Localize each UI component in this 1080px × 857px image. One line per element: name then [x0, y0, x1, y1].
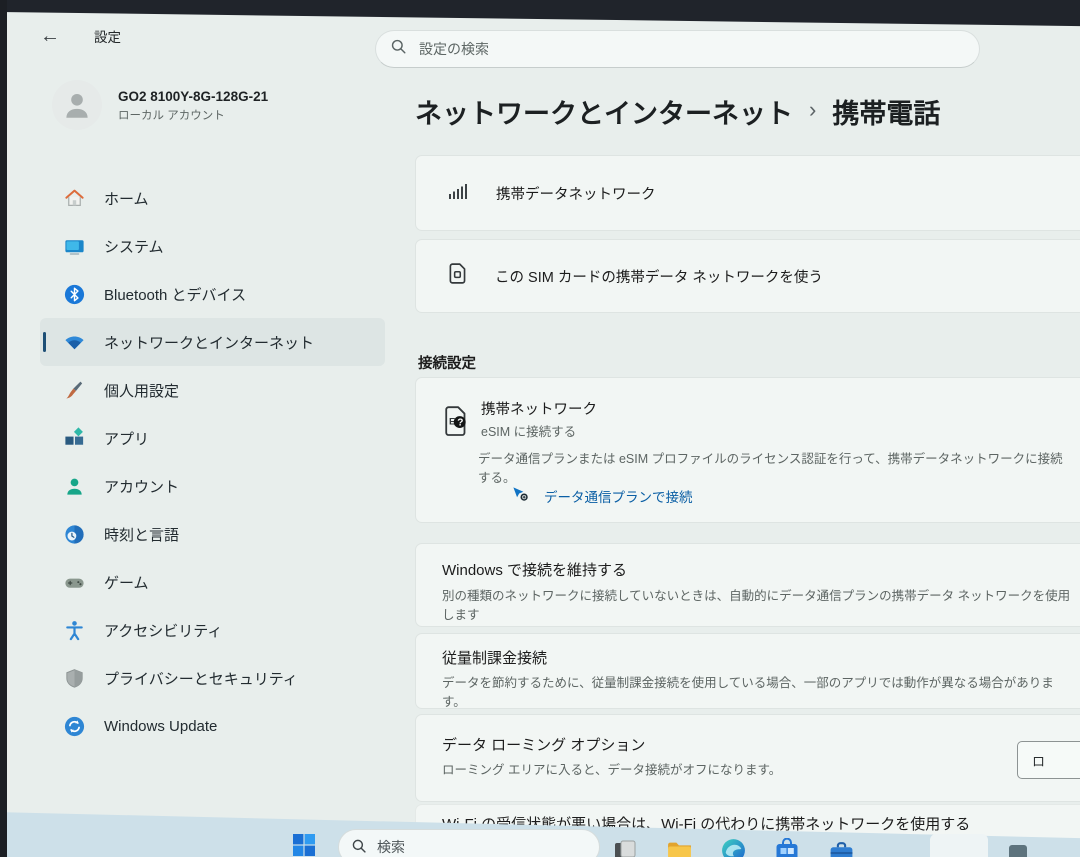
app-title: 設定 — [94, 26, 121, 46]
sim-selection-card[interactable]: この SIM カードの携帯データ ネットワークを使う — [415, 239, 1080, 313]
sidebar-item-accounts[interactable]: アカウント — [40, 462, 385, 510]
taskbar-search-label: 検索 — [377, 837, 405, 857]
signal-bars-icon — [446, 178, 472, 209]
connect-pointer-icon — [511, 484, 530, 508]
card-description: データ通信プランまたは eSIM プロファイルのライセンス認証を行って、携帯デー… — [478, 448, 1068, 486]
keep-connected-card[interactable]: Windows で接続を維持する 別の種類のネットワークに接続していないときは、… — [415, 543, 1080, 627]
account-type: ローカル アカウント — [118, 107, 268, 123]
chevron-right-icon: › — [809, 97, 816, 123]
home-icon — [62, 186, 86, 210]
account-header[interactable]: GO2 8100Y-8G-128G-21 ローカル アカウント — [52, 80, 268, 130]
gaming-icon — [62, 570, 86, 594]
sidebar-item-label: Bluetooth とデバイス — [104, 284, 246, 305]
tray-widget[interactable] — [930, 834, 988, 857]
settings-search[interactable] — [375, 30, 980, 68]
account-name: GO2 8100Y-8G-128G-21 — [118, 87, 268, 107]
bluetooth-icon — [62, 282, 86, 306]
sidebar-item-accessibility[interactable]: アクセシビリティ — [40, 606, 385, 654]
tray-icon[interactable] — [1006, 840, 1030, 857]
breadcrumb: ネットワークとインターネット › 携帯電話 — [415, 92, 940, 131]
avatar — [52, 80, 102, 130]
sidebar-item-personalization[interactable]: 個人用設定 — [40, 366, 385, 414]
card-description: データを節約するために、従量制課金接続を使用している場合、一部のアプリでは動作が… — [442, 672, 1072, 710]
sidebar: ホーム システム Bluetooth とデバイス ネットワークとインターネット — [40, 174, 385, 750]
sidebar-item-label: アクセシビリティ — [104, 620, 222, 641]
card-title: 携帯ネットワーク — [481, 398, 597, 419]
privacy-icon — [62, 666, 86, 690]
accounts-icon — [62, 474, 86, 498]
task-view-icon[interactable] — [612, 838, 638, 857]
sidebar-item-privacy-security[interactable]: プライバシーとセキュリティ — [40, 654, 385, 702]
file-explorer-icon[interactable] — [666, 838, 693, 857]
store-icon[interactable] — [774, 838, 800, 857]
personalization-icon — [62, 378, 86, 402]
card-description: 別の種類のネットワークに接続していないときは、自動的にデータ通信プランの携帯デー… — [442, 585, 1072, 623]
settings-window: ← 設定 GO2 8100Y-8G-128G-21 ローカル アカウント ホーム — [0, 0, 1080, 857]
roaming-dropdown[interactable]: ロ — [1017, 741, 1080, 779]
selected-indicator — [43, 332, 46, 352]
edge-icon[interactable] — [720, 837, 747, 857]
section-title: 接続設定 — [418, 352, 476, 373]
windows-update-icon — [62, 714, 86, 738]
settings-search-input[interactable] — [417, 40, 965, 58]
sidebar-item-time-language[interactable]: 時刻と言語 — [40, 510, 385, 558]
time-language-icon — [62, 522, 86, 546]
sidebar-item-system[interactable]: システム — [40, 222, 385, 270]
sidebar-item-label: プライバシーとセキュリティ — [104, 668, 298, 689]
sidebar-item-apps[interactable]: アプリ — [40, 414, 385, 462]
sidebar-item-label: 個人用設定 — [104, 380, 179, 401]
sidebar-item-label: アプリ — [104, 428, 149, 449]
card-title: データ ローミング オプション — [442, 734, 645, 755]
cellular-network-card[interactable]: E? 携帯ネットワーク eSIM に接続する データ通信プランまたは eSIM … — [415, 377, 1080, 523]
connect-data-plan-link[interactable]: データ通信プランで接続 — [511, 484, 693, 508]
sidebar-item-gaming[interactable]: ゲーム — [40, 558, 385, 606]
sidebar-item-label: Windows Update — [104, 718, 217, 735]
sidebar-item-bluetooth-devices[interactable]: Bluetooth とデバイス — [40, 270, 385, 318]
search-icon — [351, 838, 367, 857]
cellular-data-card[interactable]: 携帯データネットワーク — [415, 155, 1080, 231]
metered-connection-card[interactable]: 従量制課金接続 データを節約するために、従量制課金接続を使用している場合、一部の… — [415, 633, 1080, 709]
network-icon — [62, 330, 86, 354]
apps-icon — [62, 426, 86, 450]
accessibility-icon — [62, 618, 86, 642]
screen-bezel-left — [0, 0, 7, 857]
esim-question-icon: E? — [441, 404, 471, 443]
sidebar-item-label: ゲーム — [104, 572, 149, 593]
sidebar-item-label: ネットワークとインターネット — [104, 332, 314, 353]
data-roaming-card[interactable]: データ ローミング オプション ローミング エリアに入ると、データ接続がオフにな… — [415, 714, 1080, 802]
briefcase-icon[interactable] — [828, 839, 855, 857]
sidebar-item-label: アカウント — [104, 476, 179, 497]
taskbar-search[interactable]: 検索 — [338, 829, 600, 857]
breadcrumb-parent[interactable]: ネットワークとインターネット — [415, 92, 793, 131]
card-description: ローミング エリアに入ると、データ接続がオフになります。 — [442, 759, 1002, 778]
screen-bezel-top — [0, 0, 1080, 30]
roaming-dropdown-value: ロ — [1032, 751, 1045, 770]
search-icon — [390, 38, 407, 60]
page-title: 携帯電話 — [832, 92, 940, 131]
sidebar-item-label: 時刻と言語 — [104, 524, 179, 545]
titlebar: ← 設定 — [40, 22, 121, 50]
connect-link-label: データ通信プランで接続 — [544, 486, 693, 506]
sidebar-item-label: システム — [104, 236, 164, 257]
sidebar-item-network-internet[interactable]: ネットワークとインターネット — [40, 318, 385, 366]
card-title: 携帯データネットワーク — [496, 183, 656, 204]
sidebar-item-home[interactable]: ホーム — [40, 174, 385, 222]
svg-text:?: ? — [457, 418, 463, 429]
sidebar-item-windows-update[interactable]: Windows Update — [40, 702, 385, 750]
sim-card-icon — [446, 261, 471, 291]
card-title: 従量制課金接続 — [442, 647, 547, 668]
start-button[interactable] — [292, 833, 316, 857]
sidebar-item-label: ホーム — [104, 188, 149, 209]
card-title: この SIM カードの携帯データ ネットワークを使う — [495, 266, 823, 287]
back-button[interactable]: ← — [40, 26, 60, 46]
card-subtitle: eSIM に接続する — [481, 421, 576, 440]
system-icon — [62, 234, 86, 258]
card-title: Windows で接続を維持する — [442, 559, 627, 580]
